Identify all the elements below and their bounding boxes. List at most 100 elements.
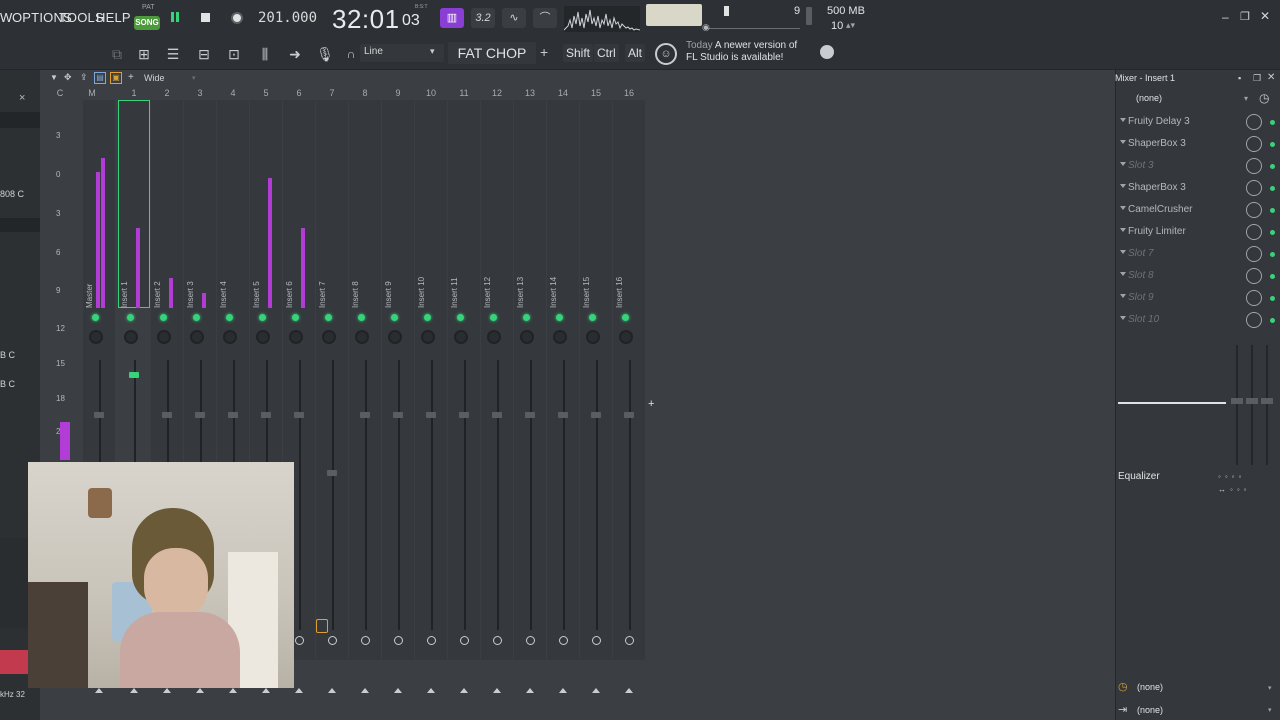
curve-icon[interactable]: ⌒ [533, 8, 557, 28]
ctrl-key[interactable]: Ctrl [594, 44, 619, 62]
menu-help[interactable]: HELP [96, 10, 131, 25]
tempo-display[interactable]: 201.000 [258, 10, 317, 26]
mute-led[interactable] [358, 314, 365, 321]
alt-key[interactable]: Alt [625, 44, 646, 62]
channel-rack-icon[interactable]: ☰ [162, 44, 184, 64]
chevron-down-icon[interactable]: ▾ [430, 46, 435, 57]
view-icon[interactable]: ▤ [94, 72, 106, 84]
microphone-icon[interactable]: 🎙 [314, 44, 336, 64]
mute-led[interactable] [259, 314, 266, 321]
effect-slot[interactable]: Fruity Delay 3 [1116, 112, 1276, 132]
mute-led[interactable] [127, 314, 134, 321]
mute-led[interactable] [622, 314, 629, 321]
output-chevron-icon[interactable]: ▾ [1268, 706, 1272, 714]
news-icon[interactable]: ☺ [655, 43, 677, 65]
slot-mix-knob[interactable] [1246, 224, 1262, 240]
pan-knob[interactable] [124, 330, 138, 344]
slot-mix-knob[interactable] [1246, 290, 1262, 306]
plus-icon[interactable]: + [540, 44, 548, 60]
send-icon[interactable] [295, 636, 304, 645]
slot-menu-icon[interactable] [1120, 294, 1126, 298]
slot-menu-icon[interactable] [1120, 250, 1126, 254]
volume-fader-track[interactable] [530, 360, 532, 630]
effect-slot[interactable]: Fruity Limiter [1116, 222, 1276, 242]
volume-fader[interactable] [591, 412, 601, 418]
pan-knob[interactable] [421, 330, 435, 344]
slot-menu-icon[interactable] [1120, 316, 1126, 320]
effect-slot[interactable]: Slot 9 [1116, 288, 1276, 308]
route-arrow-icon[interactable] [427, 688, 435, 693]
volume-fader[interactable] [525, 412, 535, 418]
pan-knob[interactable] [520, 330, 534, 344]
slot-enable-led[interactable] [1270, 318, 1275, 323]
route-arrow-icon[interactable] [163, 688, 171, 693]
piano-roll-icon[interactable]: ⊟ [193, 44, 215, 64]
send-icon[interactable] [460, 636, 469, 645]
volume-fader[interactable] [558, 412, 568, 418]
pause-icon[interactable] [170, 12, 180, 24]
view-mode-chevron-icon[interactable]: ▾ [192, 74, 196, 82]
upload-icon[interactable]: ⇪ [80, 72, 88, 83]
slot-enable-led[interactable] [1270, 120, 1275, 125]
slot-enable-led[interactable] [1270, 164, 1275, 169]
lock-icon[interactable] [316, 619, 328, 633]
pan-knob[interactable] [487, 330, 501, 344]
output-select-2[interactable]: (none) [1137, 705, 1163, 715]
route-arrow-icon[interactable] [262, 688, 270, 693]
wave-icon[interactable]: ∿ [502, 8, 526, 28]
pan-knob[interactable] [553, 330, 567, 344]
volume-fader[interactable] [195, 412, 205, 418]
preset-name[interactable]: FAT CHOP [448, 42, 536, 64]
volume-fader[interactable] [261, 412, 271, 418]
pan-knob[interactable] [355, 330, 369, 344]
input-select[interactable]: (none) [1136, 93, 1252, 107]
mute-led[interactable] [292, 314, 299, 321]
slot-menu-icon[interactable] [1120, 118, 1126, 122]
mixer-view-mode[interactable]: Wide [144, 73, 165, 83]
globe-icon[interactable] [820, 45, 834, 59]
volume-fader[interactable] [459, 412, 469, 418]
pan-knob[interactable] [89, 330, 103, 344]
route-arrow-icon[interactable] [526, 688, 534, 693]
arrow-down-icon[interactable]: ▼ [50, 73, 58, 82]
playlist-icon[interactable]: ⊞ [133, 44, 155, 64]
panel-menu-icon[interactable]: ▪ [1238, 73, 1241, 83]
output-select-1[interactable]: (none) [1137, 682, 1163, 692]
shift-key[interactable]: Shift [563, 44, 594, 62]
pan-knob[interactable] [388, 330, 402, 344]
pan-knob[interactable] [322, 330, 336, 344]
slot-mix-knob[interactable] [1246, 202, 1262, 218]
fader-cap[interactable] [1246, 398, 1258, 404]
pin-icon[interactable]: ⧉ [106, 44, 128, 64]
pan-knob[interactable] [256, 330, 270, 344]
slot-mix-knob[interactable] [1246, 180, 1262, 196]
news-panel[interactable]: Today A newer version of FL Studio is av… [686, 40, 797, 64]
route-arrow-icon[interactable] [460, 688, 468, 693]
slot-mix-knob[interactable] [1246, 114, 1262, 130]
slot-menu-icon[interactable] [1120, 206, 1126, 210]
slot-enable-led[interactable] [1270, 296, 1275, 301]
output-clock-icon[interactable]: ◷ [1118, 680, 1128, 693]
route-arrow-icon[interactable] [493, 688, 501, 693]
mute-led[interactable] [490, 314, 497, 321]
fader-cap[interactable] [1231, 398, 1243, 404]
32-icon[interactable]: 3.2 [471, 8, 495, 28]
slot-enable-led[interactable] [1270, 186, 1275, 191]
record-icon[interactable] [231, 12, 243, 24]
volume-fader[interactable] [162, 412, 172, 418]
time-display[interactable]: 32:01 [332, 4, 400, 35]
volume-fader-track[interactable] [497, 360, 499, 630]
mute-led[interactable] [160, 314, 167, 321]
volume-fader[interactable] [94, 412, 104, 418]
effect-slot[interactable]: Slot 7 [1116, 244, 1276, 264]
mute-led[interactable] [193, 314, 200, 321]
stereo-fader[interactable] [1266, 345, 1268, 465]
pan-knob[interactable] [619, 330, 633, 344]
route-arrow-icon[interactable] [361, 688, 369, 693]
close-icon[interactable]: ✕ [1260, 9, 1270, 23]
route-arrow-icon[interactable] [295, 688, 303, 693]
volume-fader-track[interactable] [563, 360, 565, 630]
pan-knob[interactable] [289, 330, 303, 344]
pattern-label[interactable]: PAT [142, 4, 155, 11]
volume-fader-track[interactable] [365, 360, 367, 630]
